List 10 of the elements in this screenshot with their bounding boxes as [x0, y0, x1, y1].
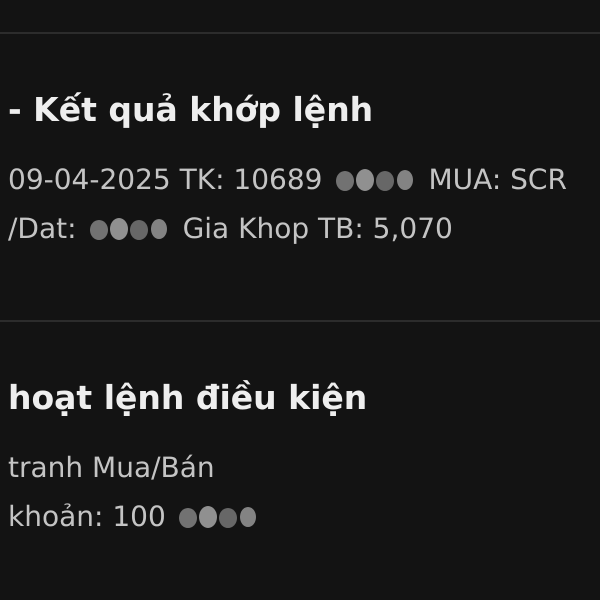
notification-text: MUA: SCR	[428, 163, 567, 196]
notification-card[interactable]: hoạt lệnh điều kiện tranh Mua/Bán khoản: 100	[0, 320, 600, 600]
notification-title: hoạt lệnh điều kiện	[8, 378, 368, 417]
notification-title: - Kết quả khớp lệnh	[8, 90, 374, 129]
notification-text: tranh Mua/Bán	[8, 451, 215, 484]
notification-text: khoản: 100	[8, 500, 166, 533]
notification-card[interactable]: - Kết quả khớp lệnh 09-04-2025 TK: 10689 MUA: SCR /Dat: Gia Khop TB: 5,070	[0, 32, 600, 320]
notification-text: 09-04-2025 TK: 10689	[8, 163, 322, 196]
notification-text: /Dat:	[8, 212, 77, 245]
notification-text: Gia Khop TB: 5,070	[182, 212, 453, 245]
